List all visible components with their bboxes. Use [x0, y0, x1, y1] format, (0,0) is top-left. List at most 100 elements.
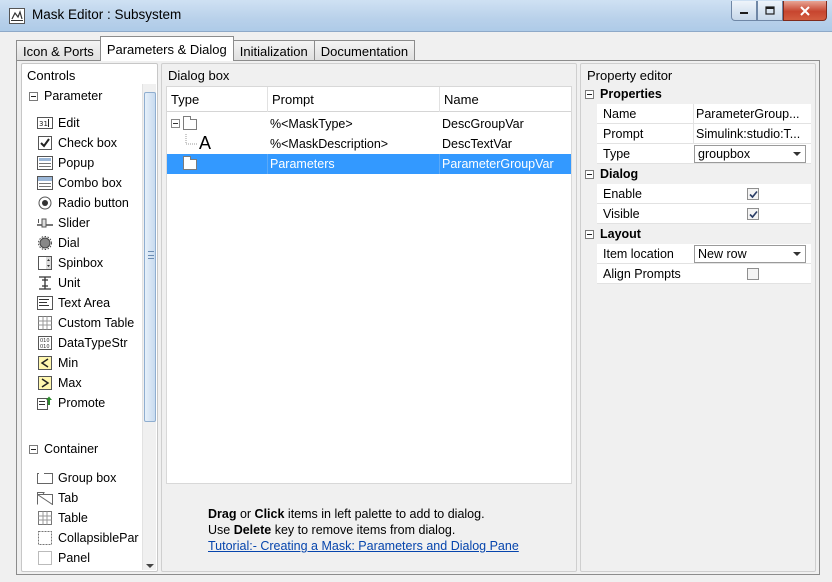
instruction-text: Use [208, 523, 234, 537]
palette-item-label: Text Area [58, 296, 111, 310]
maximize-button[interactable] [757, 1, 783, 21]
palette-item-spinbox[interactable]: Spinbox [37, 254, 103, 272]
palette-item-radio-button[interactable]: Radio button [37, 194, 129, 212]
column-header-prompt[interactable]: Prompt [268, 87, 440, 112]
tab-documentation[interactable]: Documentation [313, 40, 416, 61]
title-bar: Mask Editor : Subsystem [0, 0, 832, 32]
property-label: Prompt [603, 127, 644, 141]
palette-item-check-box[interactable]: Check box [37, 134, 117, 152]
palette-item-label: Unit [58, 276, 81, 290]
row-type-cell: A [167, 133, 267, 154]
palette-item-promote[interactable]: Promote [37, 394, 105, 412]
table-row[interactable]: %<MaskType> DescGroupVar [167, 114, 571, 134]
tree-branch-icon [185, 134, 197, 145]
palette-item-popup[interactable]: Popup [37, 154, 94, 172]
table-row-selected[interactable]: Parameters ParameterGroupVar [167, 154, 571, 174]
window-title: Mask Editor : Subsystem [32, 7, 182, 22]
tab-icon-ports[interactable]: Icon & Ports [16, 40, 101, 61]
type-dropdown[interactable]: groupbox [694, 145, 806, 163]
prompt-value-field[interactable]: Simulink:studio:T... [693, 124, 811, 144]
tab-parameters-dialog[interactable]: Parameters & Dialog [99, 36, 234, 61]
palette-item-tab[interactable]: Tab [37, 489, 78, 507]
minimize-button[interactable] [731, 1, 757, 21]
close-button[interactable] [783, 1, 827, 21]
row-name: DescGroupVar [442, 117, 524, 131]
palette-item-slider[interactable]: Slider [37, 214, 90, 232]
row-name: ParameterGroupVar [442, 157, 554, 171]
properties-group-header[interactable]: Properties [585, 84, 662, 104]
max-icon [37, 375, 53, 391]
palette-item-edit[interactable]: 31 Edit [37, 114, 80, 132]
column-header-type[interactable]: Type [167, 87, 268, 112]
dial-icon [37, 235, 53, 251]
grid-header: Type Prompt Name [167, 87, 571, 112]
container-section-header[interactable]: Container [29, 442, 98, 456]
scrollbar-thumb[interactable] [144, 92, 156, 422]
minimize-icon [740, 11, 748, 14]
palette-item-max[interactable]: Max [37, 374, 82, 392]
tree-toggle-icon [171, 119, 180, 128]
property-label: Enable [603, 187, 642, 201]
palette-item-min[interactable]: Min [37, 354, 78, 372]
layout-group-header[interactable]: Layout [585, 224, 641, 244]
scroll-down-icon[interactable] [146, 564, 154, 568]
property-row-type: Type groupbox [597, 144, 811, 164]
parameter-section-label: Parameter [44, 89, 103, 103]
property-label: Item location [603, 247, 674, 261]
radio-icon [37, 195, 53, 211]
palette-item-dial[interactable]: Dial [37, 234, 80, 252]
palette-item-text-area[interactable]: Text Area [37, 294, 110, 312]
palette-item-label: Min [58, 356, 79, 370]
controls-palette: Controls Parameter 31 Edit Check box Pop… [21, 63, 158, 572]
instruction-text: items in left palette to add to dialog. [284, 507, 485, 521]
text-a-icon: A [199, 133, 212, 153]
enable-checkbox[interactable] [747, 188, 759, 200]
palette-item-label: Max [58, 376, 82, 390]
collapse-icon [29, 91, 38, 101]
checkmark-icon [749, 210, 758, 219]
container-section-label: Container [44, 442, 99, 456]
property-label: Visible [603, 207, 640, 221]
window-controls [731, 1, 827, 21]
popup-icon [37, 155, 53, 171]
controls-list: Parameter 31 Edit Check box Popup Combo … [23, 84, 143, 570]
dialog-group-header[interactable]: Dialog [585, 164, 638, 184]
property-row-enable: Enable [597, 184, 811, 204]
parameter-section-header[interactable]: Parameter [29, 89, 102, 103]
controls-title: Controls [27, 68, 76, 83]
collapse-icon [585, 169, 594, 179]
palette-item-group-box[interactable]: Group box [37, 469, 116, 487]
row-prompt: Parameters [268, 154, 440, 174]
tab-initialization[interactable]: Initialization [232, 40, 315, 61]
column-header-name[interactable]: Name [440, 87, 571, 112]
click-keyword: Click [254, 507, 285, 521]
palette-item-label: Panel [58, 551, 90, 565]
align-prompts-checkbox[interactable] [747, 268, 759, 280]
table-row[interactable]: A %<MaskDescription> DescTextVar [167, 133, 571, 154]
tab-icon [37, 490, 53, 506]
controls-scrollbar[interactable] [142, 84, 156, 570]
palette-item-collapsible-panel[interactable]: CollapsiblePar [37, 529, 139, 547]
palette-item-datatypestr[interactable]: 010 010 DataTypeStr [37, 334, 127, 352]
palette-item-label: Slider [58, 216, 90, 230]
maximize-icon [765, 6, 775, 15]
item-location-dropdown[interactable]: New row [694, 245, 806, 263]
palette-item-label: Combo box [58, 176, 122, 190]
dialog-tree-grid[interactable]: Type Prompt Name %<MaskType> DescGroupVa… [166, 86, 572, 484]
tutorial-link[interactable]: Tutorial:- Creating a Mask: Parameters a… [208, 538, 519, 554]
checkbox-icon [37, 135, 53, 151]
palette-item-unit[interactable]: Unit [37, 274, 80, 292]
collapse-icon [585, 229, 594, 239]
palette-item-label: Radio button [58, 196, 129, 210]
spinbox-icon [37, 255, 53, 271]
svg-text:31: 31 [39, 120, 48, 128]
palette-item-custom-table[interactable]: Custom Table [37, 314, 134, 332]
property-row-name: Name ParameterGroup... [597, 104, 811, 124]
palette-item-combo-box[interactable]: Combo box [37, 174, 122, 192]
palette-item-label: Check box [58, 136, 118, 150]
visible-checkbox[interactable] [747, 208, 759, 220]
name-value-field[interactable]: ParameterGroup... [693, 104, 811, 124]
palette-item-panel[interactable]: Panel [37, 549, 90, 567]
palette-item-table[interactable]: Table [37, 509, 88, 527]
textarea-icon [37, 295, 53, 311]
